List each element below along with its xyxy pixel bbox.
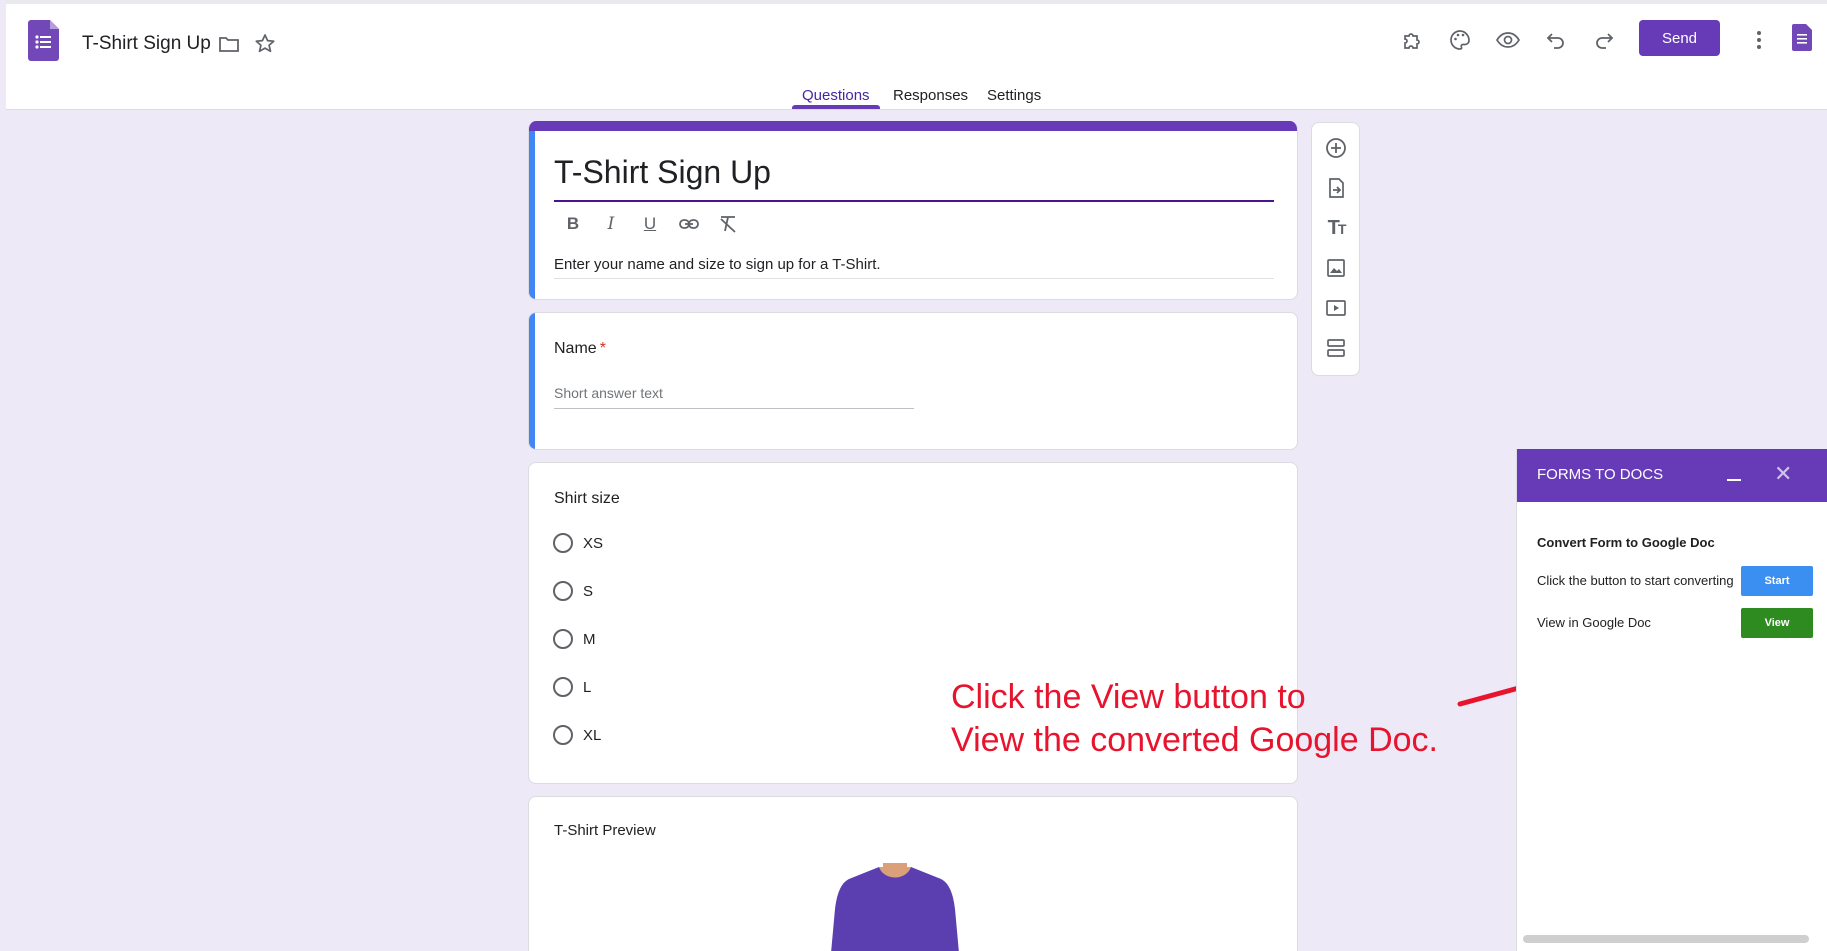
add-section-icon[interactable] xyxy=(1324,336,1348,360)
floating-toolbar: TT xyxy=(1311,122,1360,376)
option-row[interactable]: S xyxy=(553,581,593,601)
close-icon[interactable]: ✕ xyxy=(1774,461,1792,487)
short-answer-underline xyxy=(554,408,914,409)
undo-icon[interactable] xyxy=(1542,26,1570,54)
radio-button[interactable] xyxy=(553,581,573,601)
title-card-accent xyxy=(529,121,1297,131)
question-title: Name * xyxy=(554,340,606,358)
preview-eye-icon[interactable] xyxy=(1494,26,1522,54)
start-instructions: Click the button to start converting xyxy=(1537,573,1734,588)
annotation-line-2: View the converted Google Doc. xyxy=(951,721,1438,759)
selected-card-indicator xyxy=(529,313,535,449)
form-description[interactable]: Enter your name and size to sign up for … xyxy=(554,256,881,273)
form-title-card[interactable]: T-Shirt Sign Up B I U Enter your name an… xyxy=(528,121,1298,300)
add-video-icon[interactable] xyxy=(1324,296,1348,320)
palette-icon[interactable] xyxy=(1446,26,1474,54)
option-row[interactable]: XS xyxy=(553,533,603,553)
addon-header: FORMS TO DOCS ✕ xyxy=(1517,449,1827,502)
import-questions-icon[interactable] xyxy=(1324,176,1348,200)
addons-puzzle-icon[interactable] xyxy=(1398,26,1426,54)
active-tab-indicator xyxy=(792,105,880,109)
italic-icon[interactable]: I xyxy=(600,213,622,235)
option-row[interactable]: L xyxy=(553,677,591,697)
short-answer-placeholder: Short answer text xyxy=(554,385,663,401)
required-asterisk: * xyxy=(599,340,606,357)
image-card-tshirt-preview[interactable]: T-Shirt Preview xyxy=(528,796,1298,951)
addon-title: FORMS TO DOCS xyxy=(1537,466,1664,483)
clear-formatting-icon[interactable] xyxy=(717,213,739,235)
option-label: L xyxy=(583,678,592,696)
description-underline xyxy=(554,278,1274,279)
add-question-icon[interactable] xyxy=(1324,136,1348,160)
radio-button[interactable] xyxy=(553,629,573,649)
folder-icon[interactable] xyxy=(217,32,241,56)
add-image-icon[interactable] xyxy=(1324,256,1348,280)
send-button[interactable]: Send xyxy=(1639,20,1720,56)
link-icon[interactable] xyxy=(678,213,700,235)
tshirt-image xyxy=(831,863,959,951)
more-options-icon[interactable] xyxy=(1745,26,1773,54)
question-label: Name xyxy=(554,340,597,357)
radio-button[interactable] xyxy=(553,677,573,697)
horizontal-scrollbar[interactable] xyxy=(1523,935,1809,943)
redo-icon[interactable] xyxy=(1590,26,1618,54)
selected-card-indicator xyxy=(529,131,535,299)
addon-heading: Convert Form to Google Doc xyxy=(1537,535,1715,550)
star-icon[interactable] xyxy=(253,32,277,56)
option-label: S xyxy=(583,582,594,600)
question-card-name[interactable]: Name * Short answer text xyxy=(528,312,1298,450)
radio-button[interactable] xyxy=(553,725,573,745)
form-title[interactable]: T-Shirt Sign Up xyxy=(554,154,771,191)
option-row[interactable]: M xyxy=(553,629,596,649)
document-title[interactable]: T-Shirt Sign Up xyxy=(82,33,211,55)
start-button[interactable]: Start xyxy=(1741,566,1813,596)
google-forms-logo-icon[interactable] xyxy=(28,20,59,61)
tab-responses[interactable]: Responses xyxy=(893,87,968,104)
option-row[interactable]: XL xyxy=(553,725,601,745)
annotation-line-1: Click the View button to xyxy=(951,678,1306,716)
bold-icon[interactable]: B xyxy=(562,213,584,235)
view-button[interactable]: View xyxy=(1741,608,1813,638)
option-label: XS xyxy=(583,534,604,552)
underline-icon[interactable]: U xyxy=(639,213,661,235)
minimize-icon[interactable] xyxy=(1727,479,1741,481)
google-forms-app-icon[interactable] xyxy=(1792,24,1812,51)
annotation-callout: Click the View button to View the conver… xyxy=(951,676,1438,762)
tab-questions[interactable]: Questions xyxy=(802,87,870,104)
radio-button[interactable] xyxy=(553,533,573,553)
title-underline xyxy=(554,200,1274,202)
top-bar: T-Shirt Sign Up Send Questions Responses… xyxy=(6,0,1827,110)
forms-to-docs-addon-panel: FORMS TO DOCS ✕ Convert Form to Google D… xyxy=(1516,449,1827,951)
option-label: M xyxy=(583,630,596,648)
question-title: Shirt size xyxy=(554,490,620,507)
tab-settings[interactable]: Settings xyxy=(987,87,1041,104)
add-title-description-icon[interactable]: TT xyxy=(1324,216,1348,240)
image-title: T-Shirt Preview xyxy=(554,822,656,839)
option-label: XL xyxy=(583,726,602,744)
view-instructions: View in Google Doc xyxy=(1537,615,1651,630)
